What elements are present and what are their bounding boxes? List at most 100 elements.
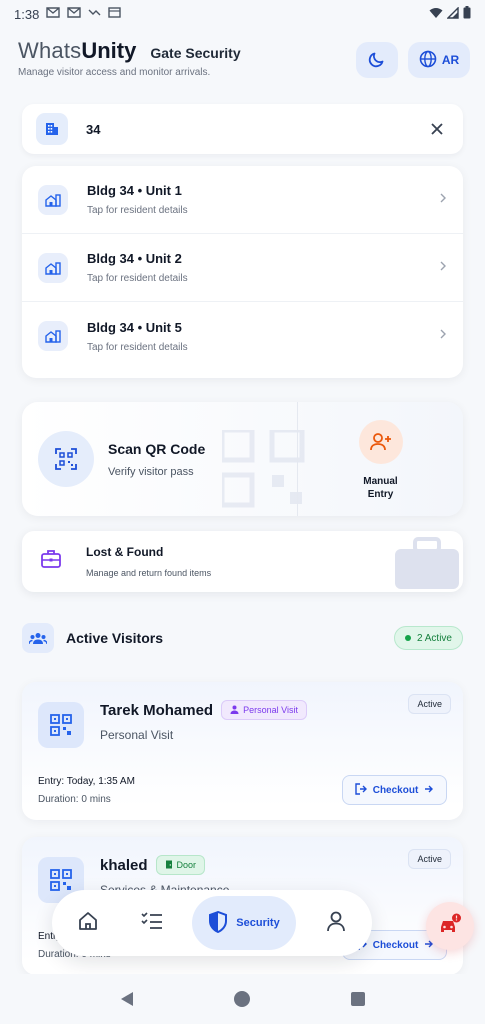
app-header: Whats Unity Gate Security Manage visitor …: [18, 38, 478, 78]
nav-home[interactable]: [64, 899, 112, 947]
moon-icon: [368, 50, 386, 71]
status-dot: [404, 635, 411, 641]
search-results-list: Bldg 34 • Unit 1 Tap for resident detail…: [22, 166, 463, 378]
active-visitors-header: Active Visitors 2 Active: [22, 622, 463, 654]
qr-scan-icon: [38, 431, 94, 487]
car-alert-icon: [438, 913, 462, 940]
manual-entry-button[interactable]: Manual Entry: [298, 402, 463, 516]
profile-icon: [326, 910, 346, 937]
gmail-icon: [46, 7, 61, 21]
nav-security-label: Security: [236, 917, 280, 929]
status-badge: Active: [408, 849, 451, 869]
visit-type: Personal Visit: [100, 728, 174, 742]
result-item[interactable]: Bldg 34 • Unit 5 Tap for resident detail…: [22, 302, 463, 370]
scan-card: Scan QR Code Verify visitor pass Manual …: [22, 402, 463, 516]
apartment-icon: [38, 184, 68, 215]
battery-icon: [463, 6, 471, 22]
globe-icon: [419, 50, 437, 71]
group-icon: [22, 623, 54, 653]
result-item[interactable]: Bldg 34 • Unit 1 Tap for resident detail…: [22, 166, 463, 234]
visitor-name-row: Tarek Mohamed Personal Visit: [100, 700, 307, 720]
clear-search-button[interactable]: [425, 119, 449, 140]
result-text: Bldg 34 • Unit 2 Tap for resident detail…: [87, 251, 439, 284]
building-icon: [36, 113, 68, 145]
logout-icon: [355, 782, 367, 798]
brand-name-bold: Unity: [81, 38, 137, 63]
status-badge: Active: [408, 694, 451, 714]
result-title: Bldg 34 • Unit 5: [87, 319, 182, 335]
scan-title: Scan QR Code: [108, 440, 206, 457]
scan-text: Scan QR Code Verify visitor pass: [108, 441, 205, 478]
nav-security[interactable]: Security: [192, 896, 296, 950]
emergency-button[interactable]: [426, 902, 474, 950]
scan-qr-button[interactable]: Scan QR Code Verify visitor pass: [22, 402, 297, 516]
signal-icon: [446, 5, 459, 22]
result-subtitle: Tap for resident details: [87, 341, 188, 353]
arrow-right-icon: [424, 784, 434, 797]
search-bar[interactable]: 34: [22, 104, 463, 154]
result-title: Bldg 34 • Unit 2: [87, 251, 182, 266]
language-label: AR: [441, 53, 460, 67]
theme-toggle-button[interactable]: [356, 42, 398, 78]
shield-icon: [208, 910, 228, 936]
system-nav-bar: [0, 974, 485, 1024]
visit-tag: Personal Visit: [221, 700, 307, 720]
checkout-button[interactable]: Checkout: [342, 775, 447, 805]
apartment-icon: [38, 321, 68, 351]
close-icon: [431, 119, 443, 139]
chevron-right-icon: [439, 327, 447, 345]
language-toggle-button[interactable]: AR: [408, 42, 470, 78]
nav-profile[interactable]: [312, 899, 360, 947]
result-subtitle: Tap for resident details: [87, 205, 188, 216]
wifi-icon: [429, 7, 443, 22]
visitor-name: Tarek Mohamed: [100, 701, 214, 719]
bottom-nav: Security: [52, 890, 372, 956]
status-left: 1:38: [14, 6, 122, 22]
result-text: Bldg 34 • Unit 1 Tap for resident detail…: [87, 183, 439, 216]
brand-name-light: Whats: [18, 38, 82, 63]
status-time: 1:38: [14, 6, 40, 22]
visit-duration: Duration: 0 mins: [38, 794, 111, 805]
search-input[interactable]: 34: [86, 122, 425, 137]
active-count-label: 2 Active: [416, 632, 452, 644]
active-count-badge: 2 Active: [393, 626, 463, 650]
header-actions: AR: [356, 42, 470, 78]
checklist-icon: [141, 911, 163, 936]
visitor-name-row: khaled Door: [100, 855, 206, 875]
add-user-icon: [358, 420, 403, 464]
section-title: Active Visitors: [66, 630, 164, 646]
result-title: Bldg 34 • Unit 1: [87, 183, 182, 198]
chevron-right-icon: [439, 191, 447, 209]
briefcase-icon: [40, 549, 64, 574]
scan-subtitle: Verify visitor pass: [108, 465, 194, 478]
gmail-icon: [67, 7, 82, 21]
lost-found-text: Lost & Found Manage and return found ite…: [86, 545, 211, 578]
qr-code-icon: [38, 702, 84, 748]
back-icon[interactable]: [120, 992, 133, 1006]
person-icon: [230, 705, 239, 716]
nav-list[interactable]: [128, 899, 176, 947]
door-icon: [165, 860, 173, 871]
home-icon: [77, 910, 99, 937]
result-subtitle: Tap for resident details: [87, 273, 188, 284]
chevron-right-icon: [439, 259, 447, 277]
apartment-icon: [38, 252, 68, 283]
visit-tag-label: Door: [176, 860, 197, 870]
manual-entry-label: Manual Entry: [363, 476, 398, 500]
visitor-card[interactable]: Tarek Mohamed Personal Visit Personal Vi…: [22, 682, 463, 820]
visit-tag-label: Personal Visit: [243, 705, 298, 715]
lost-found-card[interactable]: Lost & Found Manage and return found ite…: [22, 531, 463, 592]
missed-call-icon: [88, 7, 101, 22]
checkout-label: Checkout: [372, 784, 419, 796]
home-button-icon[interactable]: [233, 991, 250, 1007]
brand-subtitle: Gate Security: [150, 45, 241, 61]
screen-icon: [108, 7, 122, 21]
result-text: Bldg 34 • Unit 5 Tap for resident detail…: [87, 320, 439, 353]
lost-found-title: Lost & Found: [86, 545, 164, 559]
recents-icon[interactable]: [350, 992, 365, 1006]
status-bar: 1:38: [0, 0, 485, 28]
result-item[interactable]: Bldg 34 • Unit 2 Tap for resident detail…: [22, 234, 463, 302]
status-right: [429, 5, 471, 22]
lost-found-subtitle: Manage and return found items: [86, 568, 212, 578]
briefcase-background-icon: [395, 537, 459, 589]
